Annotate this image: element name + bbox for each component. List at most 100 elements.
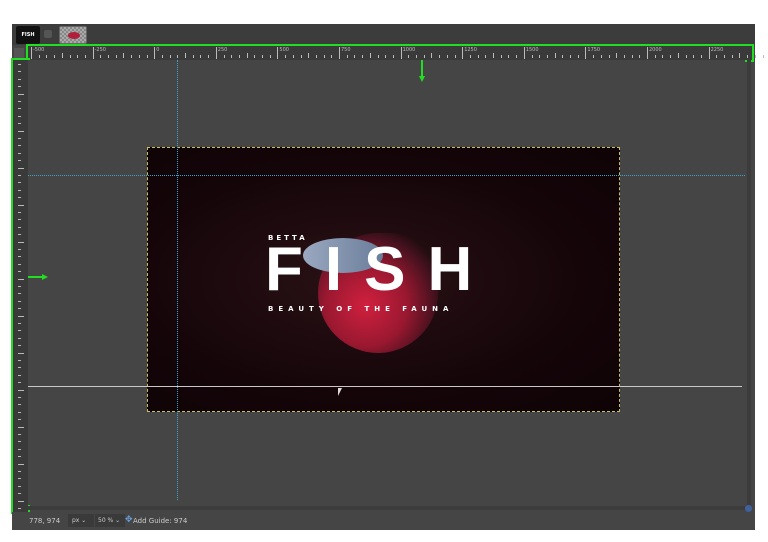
ruler-tick [61,53,63,58]
unit-select[interactable]: px ⌄ [68,514,94,527]
ruler-tick [392,55,394,58]
ruler-tick [639,55,641,58]
ruler-tick [18,234,21,236]
horizontal-scrollbar[interactable] [28,506,745,510]
ruler-tick [146,55,148,58]
status-bar: 778, 974 px ⌄ 50 % ⌄ ✥ Add Guide: 974 [12,512,755,530]
ruler-tick [292,55,294,58]
ruler-tick [600,55,602,58]
ruler-tick [739,53,741,58]
ruler-tick [18,86,21,88]
ruler-tick [18,382,21,384]
ruler-tick [18,286,21,287]
ruler-tick [724,55,725,58]
ruler-tick [18,123,21,125]
ruler-tick [185,53,186,58]
ruler-tick [362,55,364,58]
ruler-tick [18,182,21,184]
ruler-tick [115,55,117,58]
ruler-tick [300,55,302,58]
ruler-tick [716,55,718,58]
ruler-label: 750 [339,47,351,59]
ruler-tick [18,71,21,73]
quickmask-toggle[interactable] [14,48,24,58]
ruler-tick [539,55,541,58]
ruler-tick [18,367,21,369]
ruler-tick [18,263,21,265]
ruler-tick [254,55,256,58]
ruler-tick [200,55,202,58]
ruler-tick [693,55,695,58]
image-tab-fish[interactable]: FISH [16,26,40,44]
image-tab-2[interactable] [59,26,87,44]
ruler-tick [416,55,417,58]
ruler-tick [18,219,21,221]
tab-label: FISH [21,32,35,38]
ruler-tick [670,55,672,58]
ruler-tick [46,55,48,58]
ruler-tick [346,55,348,58]
ruler-tick [454,55,456,58]
ruler-tick [18,167,24,169]
ruler-tick [747,55,749,58]
ruler-tick [385,55,387,58]
ruler-tick [439,55,441,58]
ruler-tick [18,448,21,450]
canvas-area[interactable]: BETTA FISH BEAUTY OF THE FAUNA [28,60,745,505]
ruler-tick [18,441,21,443]
image-tab-bar: FISH [12,24,755,45]
ruler-tick [500,55,502,58]
ruler-tick [123,53,125,58]
vertical-ruler[interactable] [11,58,30,514]
vertical-scrollbar[interactable] [747,60,751,505]
ruler-tick [262,55,263,58]
ruler-tick [18,508,21,509]
ruler-tick [431,53,433,58]
navigate-icon[interactable] [745,505,752,512]
horizontal-guide[interactable] [28,175,745,176]
ruler-tick [18,64,21,65]
ruler-tick [18,93,24,95]
ruler-tick [223,55,225,58]
vertical-guide[interactable] [177,60,178,500]
ruler-tick [631,55,633,58]
ruler-tick [662,55,664,58]
ruler-tick [485,55,487,58]
move-guide-icon: ✥ [125,515,133,525]
ruler-tick [18,389,24,391]
ruler-tick [546,55,548,58]
ruler-tick [18,397,21,398]
ruler-tick [493,53,494,58]
ruler-tick [18,471,21,472]
ruler-tick [477,55,479,58]
ruler-tick [18,456,21,458]
ruler-tick [246,53,248,58]
ruler-tick [423,55,425,58]
ruler-tick [18,493,21,495]
ruler-tick [18,478,21,480]
ruler-tick [623,55,625,58]
ruler-tick [18,411,21,413]
ruler-tick [285,55,287,58]
ruler-tick [161,55,163,58]
ruler-tick [18,434,21,435]
ruler-label: -250 [92,47,106,59]
thumbnail-icon [68,32,80,39]
ruler-tick [18,130,24,132]
ruler-tick [469,55,471,58]
ruler-tick [18,500,24,502]
ruler-tick [562,55,564,58]
image-text-fish: FISH [265,235,495,304]
ruler-tick [18,315,24,317]
close-tab-icon[interactable] [44,30,52,38]
ruler-tick [18,175,21,176]
ruler-tick [377,55,379,58]
ruler-tick [18,360,21,361]
new-guide-being-dragged[interactable] [28,386,742,387]
zoom-select[interactable]: 50 % ⌄ [95,514,125,527]
horizontal-ruler[interactable]: -500 -250 0 250 500 750 1000 1250 1500 1750 2000 22… [26,44,764,62]
ruler-tick [315,55,317,58]
ruler-tick [754,55,756,58]
ruler-label: 500 [277,47,289,59]
ruler-tick [408,55,410,58]
